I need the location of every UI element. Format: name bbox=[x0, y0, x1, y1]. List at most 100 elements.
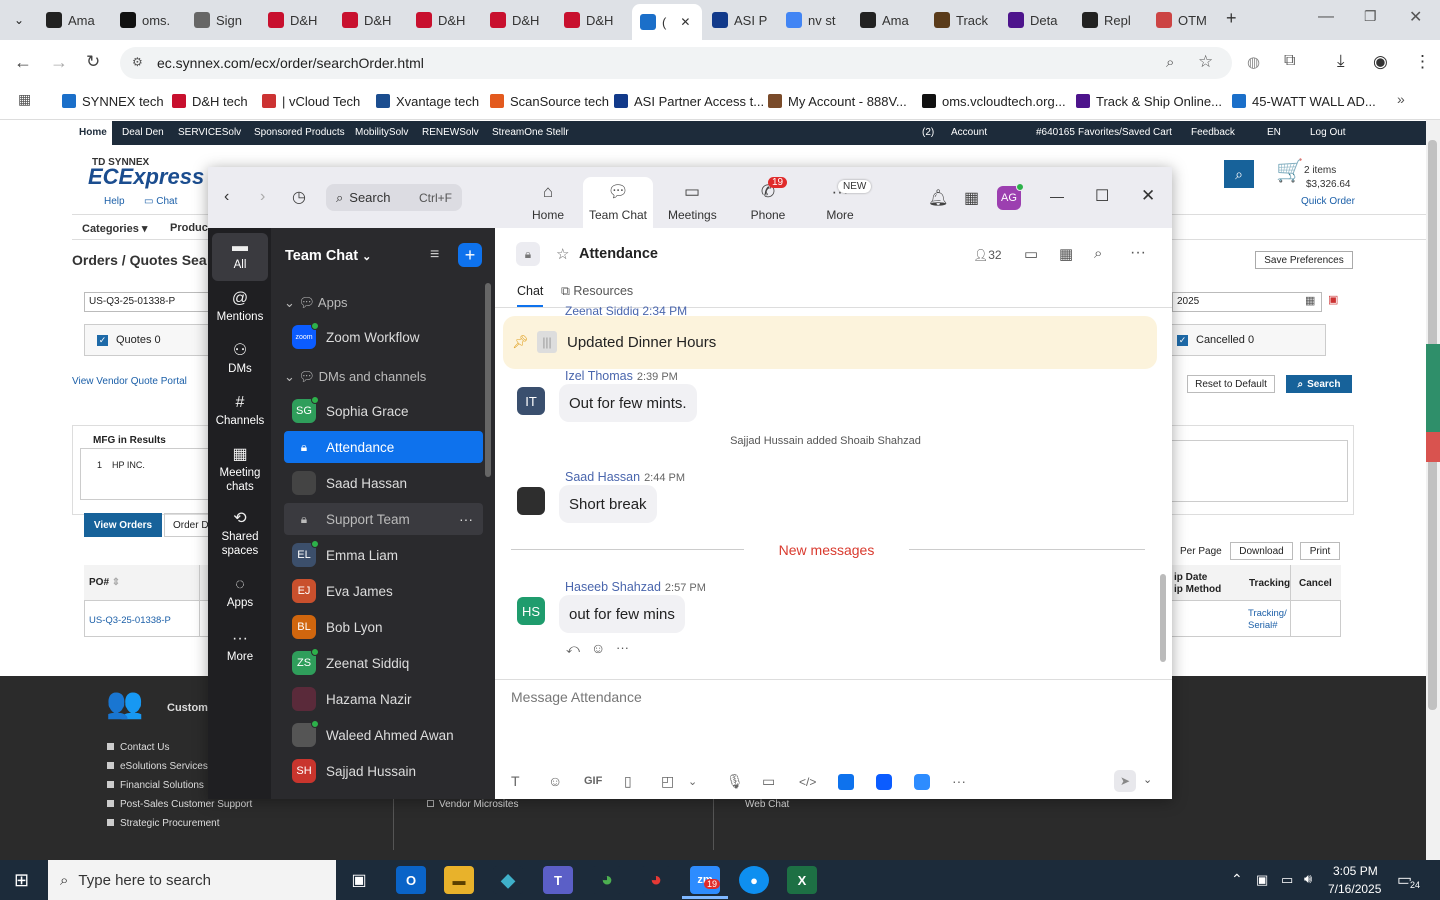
bookmark-item[interactable]: My Account - 888V... bbox=[768, 92, 907, 110]
bookmark-item[interactable]: D&H tech bbox=[172, 92, 248, 110]
message-bubble[interactable]: Out for few mints. bbox=[559, 384, 697, 422]
zoom-back-icon[interactable]: ‹ bbox=[224, 188, 229, 206]
app-blue-icon[interactable]: ● bbox=[739, 866, 769, 894]
page-scrollbar[interactable] bbox=[1426, 120, 1440, 860]
send-button[interactable]: ➤ bbox=[1114, 770, 1136, 792]
chat-list-item[interactable]: 🔒︎ Attendance bbox=[284, 431, 483, 463]
bookmark-item[interactable]: 45-WATT WALL AD... bbox=[1232, 92, 1376, 110]
reply-icon[interactable]: ⤺ bbox=[566, 641, 580, 657]
reload-icon[interactable]: ↻ bbox=[86, 52, 100, 72]
url-text[interactable]: ec.synnex.com/ecx/order/searchOrder.html bbox=[157, 55, 424, 71]
chat-scrollbar[interactable] bbox=[1160, 574, 1166, 662]
back-icon[interactable]: ← bbox=[14, 52, 32, 73]
add-reaction-icon[interactable]: ☺ bbox=[591, 640, 605, 656]
chat-list-item[interactable]: SH Sajjad Hussain bbox=[284, 755, 483, 787]
notifications-bell-icon[interactable]: 🔔︎ bbox=[928, 188, 948, 208]
teams-icon[interactable]: T bbox=[543, 866, 573, 894]
message-sender[interactable]: Saad Hassan 2:44 PM bbox=[565, 470, 685, 484]
browser-tab[interactable]: D&H bbox=[260, 6, 334, 34]
browser-tab[interactable]: nv st bbox=[778, 6, 852, 34]
chat-list-item[interactable]: EL Emma Liam bbox=[284, 539, 483, 571]
browser-tab[interactable]: Ama bbox=[852, 6, 926, 34]
new-tab-button[interactable]: + bbox=[1226, 8, 1237, 29]
extension-globe-icon[interactable]: ◍ bbox=[1247, 53, 1260, 71]
start-icon[interactable]: ⊞ bbox=[14, 870, 29, 891]
zoom-history-icon[interactable]: ◷ bbox=[292, 187, 306, 207]
browser-menu-icon[interactable]: ⋮ bbox=[1414, 52, 1431, 72]
download-button[interactable]: Download bbox=[1230, 542, 1293, 560]
site-search-button[interactable]: ⌕ bbox=[1224, 160, 1254, 188]
zoom-maximize-button[interactable]: ☐ bbox=[1095, 186, 1109, 206]
quick-order-link[interactable]: Quick Order bbox=[1301, 196, 1355, 207]
tab-chat[interactable]: Chat bbox=[517, 284, 544, 307]
zoom-nav-home[interactable]: ⌂ Home bbox=[524, 182, 572, 226]
tray-app-icon[interactable]: ▣ bbox=[1256, 872, 1268, 888]
site-nav-right-item[interactable]: Account bbox=[951, 127, 987, 138]
vendor-quote-portal-link[interactable]: View Vendor Quote Portal bbox=[72, 376, 187, 387]
rail-apps[interactable]: ◌ Apps bbox=[212, 577, 268, 610]
browser-tab[interactable]: D&H bbox=[482, 6, 556, 34]
footer-link[interactable]: Contact Us bbox=[107, 742, 169, 753]
browser-tab[interactable]: Sign bbox=[186, 6, 260, 34]
app-icon-3[interactable] bbox=[914, 774, 930, 790]
message-more-icon[interactable]: ··· bbox=[616, 640, 629, 655]
browser-tab[interactable]: Deta bbox=[1000, 6, 1074, 34]
close-window-button[interactable]: ✕ bbox=[1409, 7, 1422, 27]
chat-list-scrollbar[interactable] bbox=[485, 283, 491, 477]
send-options-icon[interactable]: ⌄ bbox=[1143, 773, 1152, 786]
chat-list-item[interactable]: zoom Zoom Workflow bbox=[284, 321, 483, 353]
code-snippet-icon[interactable]: </> bbox=[799, 775, 816, 789]
quotes-filter[interactable]: ✓ Quotes 0 bbox=[84, 324, 214, 356]
cart-icon[interactable]: 🛒 bbox=[1276, 158, 1303, 184]
zoom-nav-meetings[interactable]: ▭ Meetings bbox=[668, 182, 717, 226]
bookmark-item[interactable]: SYNNEX tech bbox=[62, 92, 164, 110]
more-bookmarks-icon[interactable]: » bbox=[1397, 91, 1405, 107]
channel-search-icon[interactable]: ⌕ bbox=[1094, 245, 1102, 262]
search-orders-button[interactable]: ⌕ Search bbox=[1286, 375, 1352, 393]
reset-default-button[interactable]: Reset to Default bbox=[1187, 375, 1275, 393]
site-nav-right-item[interactable]: Feedback bbox=[1191, 127, 1235, 138]
clock-time[interactable]: 3:05 PM bbox=[1333, 864, 1378, 878]
apps-section-header[interactable]: ⌄ 💬︎ Apps bbox=[284, 295, 348, 311]
composer-more-icon[interactable]: ··· bbox=[952, 773, 966, 789]
browser-tab[interactable]: Track bbox=[926, 6, 1000, 34]
products-menu[interactable]: Produc bbox=[170, 222, 208, 234]
view-orders-tab[interactable]: View Orders bbox=[84, 513, 162, 537]
bookmark-item[interactable]: Track & Ship Online... bbox=[1076, 92, 1222, 110]
chat-list-item[interactable]: BL Bob Lyon bbox=[284, 611, 483, 643]
message-avatar[interactable]: HS bbox=[517, 597, 545, 625]
chat-list-item[interactable]: Hazama Nazir bbox=[284, 683, 483, 715]
ecexpress-logo[interactable]: ECExpress bbox=[88, 164, 204, 190]
message-sender[interactable]: Haseeb Shahzad 2:57 PM bbox=[565, 580, 706, 594]
restore-window-button[interactable]: ❐ bbox=[1364, 8, 1377, 25]
chat-list-item[interactable]: 🔒︎ Support Team ··· bbox=[284, 503, 483, 535]
cart-items[interactable]: 2 items bbox=[1304, 165, 1336, 176]
rail-meeting-chats[interactable]: ▦ Meeting chats bbox=[212, 447, 268, 494]
file-icon[interactable]: ▯ bbox=[624, 773, 632, 790]
app-icon-2[interactable] bbox=[876, 774, 892, 790]
quotes-checkbox[interactable]: ✓ bbox=[97, 334, 108, 346]
outlook-icon[interactable]: O bbox=[396, 866, 426, 894]
browser-tab[interactable]: OTM bbox=[1148, 6, 1222, 34]
zoom-close-button[interactable]: ✕ bbox=[1141, 186, 1155, 206]
item-more-icon[interactable]: ··· bbox=[459, 511, 473, 527]
site-nav-right-item[interactable]: EN bbox=[1267, 127, 1281, 138]
cancelled-filter[interactable]: ✓ Cancelled 0 bbox=[1166, 324, 1326, 356]
pdf-icon[interactable]: ▣ bbox=[1328, 293, 1338, 306]
volume-icon[interactable]: 🔊︎ bbox=[1304, 871, 1312, 887]
rail-mentions[interactable]: @ Mentions bbox=[212, 291, 268, 324]
channel-more-icon[interactable]: ··· bbox=[1130, 244, 1146, 262]
excel-icon[interactable]: X bbox=[787, 866, 817, 894]
save-preferences-button[interactable]: Save Preferences bbox=[1255, 251, 1353, 269]
zoom-nav-phone[interactable]: ✆ Phone 19 bbox=[744, 177, 792, 226]
footer-link[interactable]: Financial Solutions bbox=[107, 780, 204, 791]
message-avatar-photo[interactable] bbox=[517, 487, 545, 515]
browser-tab[interactable]: D&H bbox=[334, 6, 408, 34]
browser-tab[interactable]: (✕ bbox=[632, 4, 702, 40]
bookmark-item[interactable]: Xvantage tech bbox=[376, 92, 479, 110]
screenshot-icon[interactable]: ◰ bbox=[661, 773, 674, 790]
footer-link[interactable]: Post-Sales Customer Support bbox=[107, 799, 252, 810]
members-count[interactable]: 👤︎32 bbox=[973, 248, 1002, 262]
browser-tab[interactable]: oms. bbox=[112, 6, 186, 34]
message-bubble[interactable]: Short break bbox=[559, 485, 657, 523]
